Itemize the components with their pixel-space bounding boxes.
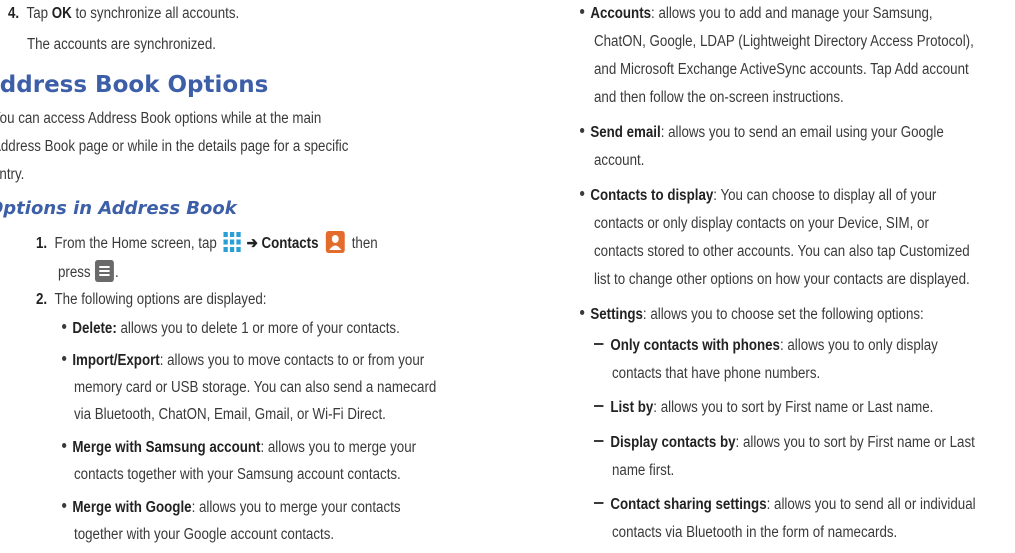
list-item-line: contacts stored to other accounts. You c… [594, 243, 970, 260]
right-column: Accounts: allows you to add and manage y… [564, 0, 1015, 553]
list-item-line: together with your Google account contac… [74, 526, 335, 543]
bullet-icon [580, 128, 585, 134]
bullet-icon [62, 503, 67, 509]
step-number: 4. [8, 5, 20, 22]
step-1-continued: press . [58, 260, 119, 284]
left-column: 4. Tap OK to synchronize all accounts. T… [0, 0, 500, 553]
step-2: 2. The following options are displayed: [36, 291, 267, 308]
arrow-glyph: ➔ [246, 235, 258, 253]
sub-list-item: Only contacts with phones: allows you to… [594, 337, 938, 355]
intro-line: Address Book page or while in the detail… [0, 138, 349, 155]
list-item: Merge with Samsung account: allows you t… [62, 439, 416, 457]
list-item-line: via Bluetooth, ChatON, Email, Gmail, or … [74, 406, 386, 423]
list-item-line: memory card or USB storage. You can also… [74, 379, 437, 396]
section-heading: Address Book Options [0, 72, 269, 98]
list-item: Merge with Google: allows you to merge y… [62, 499, 401, 517]
sub-list-item: Contact sharing settings: allows you to … [594, 496, 976, 514]
dash-icon [594, 502, 604, 504]
intro-line: entry. [0, 166, 25, 183]
list-item-line: and then follow the on-screen instructio… [594, 89, 844, 106]
subsection-heading: Options in Address Book [0, 198, 237, 219]
menu-icon [95, 260, 115, 282]
list-item: Send email: allows you to send an email … [580, 124, 944, 142]
step-1: 1. From the Home screen, tap ➔ Contacts … [36, 231, 378, 255]
sub-list-item: Display contacts by: allows you to sort … [594, 434, 975, 452]
step-number: 1. [36, 235, 48, 253]
apps-grid-icon [222, 231, 242, 253]
ok-label: OK [51, 5, 72, 22]
bullet-icon [62, 356, 67, 362]
step-number: 2. [36, 291, 48, 308]
bullet-icon [580, 191, 585, 197]
list-item: Settings: allows you to choose set the f… [580, 306, 924, 324]
list-item-line: and Microsoft Exchange ActiveSync accoun… [594, 61, 969, 78]
list-item: Import/Export: allows you to move contac… [62, 352, 424, 370]
list-item-line: ChatON, Google, LDAP (Lightweight Direct… [594, 33, 974, 50]
step-4-result: The accounts are synchronized. [27, 36, 216, 53]
sub-list-item: List by: allows you to sort by First nam… [594, 399, 933, 417]
list-item: Delete: allows you to delete 1 or more o… [62, 320, 400, 338]
list-item-line: contacts together with your Samsung acco… [74, 466, 401, 483]
bullet-icon [580, 310, 585, 316]
intro-line: You can access Address Book options whil… [0, 110, 322, 127]
contacts-icon [325, 231, 345, 253]
bullet-icon [62, 324, 67, 330]
sub-list-item-line: contacts that have phone numbers. [612, 365, 821, 382]
sub-list-item-line: name first. [612, 462, 675, 479]
list-item: Accounts: allows you to add and manage y… [580, 5, 933, 23]
step-4: 4. Tap OK to synchronize all accounts. [8, 5, 240, 22]
list-item: Contacts to display: You can choose to d… [580, 187, 936, 205]
dash-icon [594, 343, 604, 345]
contacts-label: Contacts [261, 235, 319, 253]
list-item-line: contacts or only display contacts on you… [594, 215, 929, 232]
bullet-icon [580, 9, 585, 15]
dash-icon [594, 440, 604, 442]
list-item-line: list to change other options on how your… [594, 271, 970, 288]
dash-icon [594, 405, 604, 407]
list-item-line: account. [594, 152, 645, 169]
sub-list-item-line: contacts via Bluetooth in the form of na… [612, 524, 898, 541]
bullet-icon [62, 443, 67, 449]
